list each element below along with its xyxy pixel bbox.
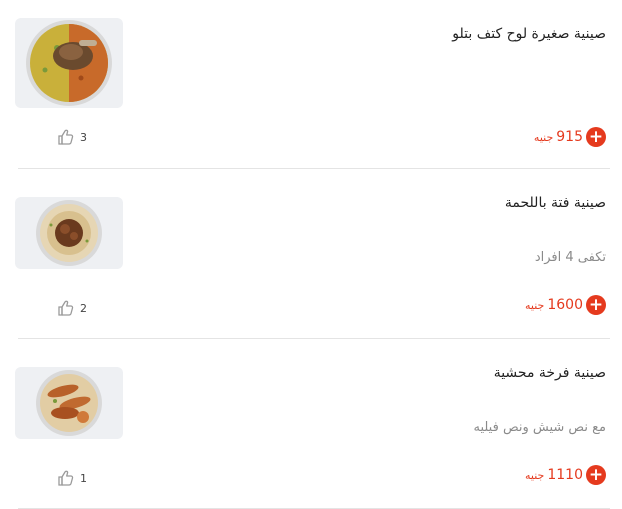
menu-item-description: تكفى 4 افراد — [534, 250, 606, 265]
thumbs-up-icon — [58, 129, 74, 145]
menu-item[interactable]: صينية فرخة محشية مع نص شيش ونص فيليه جني… — [0, 340, 622, 509]
price-currency: جنيه — [525, 468, 545, 482]
like-button[interactable]: 2 — [57, 300, 87, 316]
add-to-cart-button[interactable]: + — [586, 295, 606, 315]
menu-item[interactable]: صينية فتة باللحمة تكفى 4 افراد جنيه 1600… — [0, 170, 622, 340]
add-to-cart-button[interactable]: + — [586, 127, 606, 147]
divider — [18, 168, 610, 169]
price-value: 1600 — [547, 297, 583, 313]
price-value: 1110 — [547, 467, 583, 483]
menu-item-name: صينية فتة باللحمة — [504, 195, 606, 211]
price-currency: جنيه — [525, 298, 545, 312]
divider — [18, 338, 610, 339]
thumbs-up-icon — [58, 300, 74, 316]
price-currency: جنيه — [533, 130, 554, 144]
menu-item[interactable]: صينية صغيرة لوح كتف بتلو جنيه 915 + 3 — [0, 0, 622, 170]
food-tray-icon — [36, 370, 102, 436]
like-count: 1 — [80, 471, 87, 485]
menu-item-image[interactable] — [15, 197, 123, 269]
food-tray-icon — [26, 20, 112, 106]
like-button[interactable]: 3 — [57, 129, 87, 145]
like-count: 3 — [80, 130, 87, 144]
menu-item-name: صينية فرخة محشية — [493, 365, 606, 381]
price-value: 915 — [556, 129, 583, 145]
food-tray-icon — [36, 200, 102, 266]
price-row: جنيه 1600 + — [525, 295, 606, 315]
price-row: جنيه 915 + — [534, 127, 606, 147]
menu-item-list: صينية صغيرة لوح كتف بتلو جنيه 915 + 3 صي… — [0, 0, 622, 509]
like-button[interactable]: 1 — [57, 470, 87, 486]
menu-item-image[interactable] — [15, 18, 123, 108]
thumbs-up-icon — [58, 470, 74, 486]
add-to-cart-button[interactable]: + — [586, 465, 606, 485]
like-count: 2 — [80, 301, 87, 315]
menu-item-image[interactable] — [15, 367, 123, 439]
price-row: جنيه 1110 + — [525, 465, 606, 485]
menu-item-description: مع نص شيش ونص فيليه — [473, 420, 606, 435]
menu-item-name: صينية صغيرة لوح كتف بتلو — [452, 26, 606, 42]
